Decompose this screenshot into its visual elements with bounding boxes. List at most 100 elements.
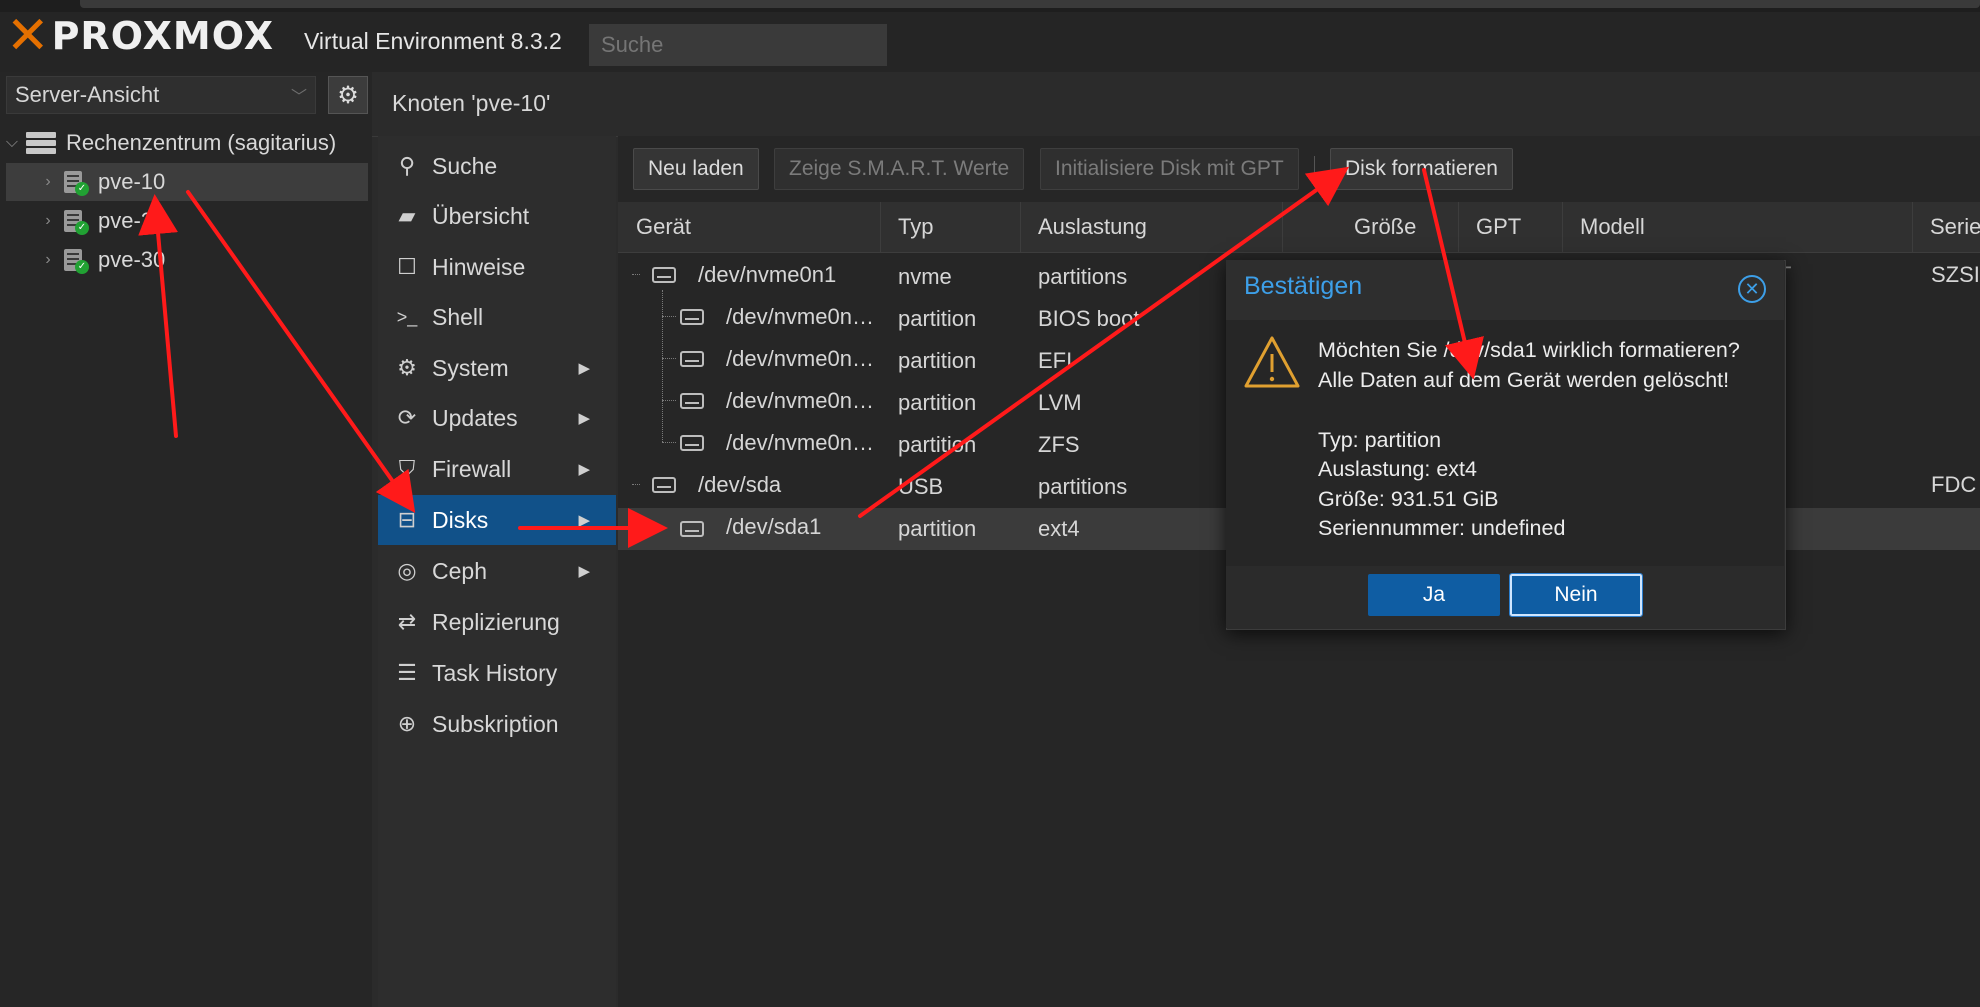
cell-type: partition — [898, 390, 977, 415]
expand-icon[interactable]: › — [40, 251, 56, 269]
page-title: Knoten 'pve-10' — [392, 90, 551, 116]
nav-label: Replizierung — [432, 608, 560, 635]
retweet-icon: ⇄ — [397, 609, 417, 634]
refresh-icon: ⟳ — [397, 405, 417, 430]
column-divider — [1282, 202, 1283, 252]
nav-item-overview[interactable]: ▰ Übersicht — [378, 191, 616, 241]
cell-usage: partitions — [1038, 474, 1128, 499]
cell-device: /dev/nvme0n… — [726, 304, 874, 329]
tree-item-pve-20[interactable]: › ✓ pve-20 — [6, 202, 368, 240]
column-header-size[interactable]: Größe — [1354, 214, 1416, 240]
cell-device: /dev/nvme0n… — [726, 346, 874, 371]
dialog-detail-size: Größe: 931.51 GiB — [1318, 487, 1499, 511]
nav-item-ceph[interactable]: ◎ Ceph ▶ — [378, 546, 616, 596]
warning-icon — [1244, 336, 1300, 388]
nav-label: Shell — [432, 303, 484, 330]
nav-item-firewall[interactable]: ⛉ Firewall ▶ — [378, 444, 616, 494]
nav-item-disks[interactable]: ⊟ Disks ▶ — [378, 495, 616, 545]
yes-button[interactable]: Ja — [1368, 574, 1500, 616]
server-online-icon: ✓ — [62, 247, 89, 274]
search-icon: ⚲ — [398, 153, 416, 178]
cell-type: partition — [898, 432, 977, 457]
reload-button[interactable]: Neu laden — [633, 148, 759, 190]
search-input[interactable] — [589, 24, 887, 66]
browser-tab-bar — [80, 0, 1980, 8]
cell-type: partition — [898, 348, 977, 373]
logo-text: PROXMOX — [51, 14, 274, 58]
column-header-model[interactable]: Modell — [1580, 214, 1645, 240]
nav-label: Updates — [432, 404, 518, 431]
list-icon: ☰ — [397, 660, 417, 685]
tree-item-pve-30[interactable]: › ✓ pve-30 — [6, 241, 368, 279]
nav-label: Firewall — [432, 455, 512, 482]
nav-item-shell[interactable]: >_ Shell — [378, 292, 616, 342]
tree-item-label: pve-30 — [98, 247, 166, 272]
view-selector[interactable]: Server-Ansicht ﹀ — [6, 76, 316, 114]
app-header — [0, 12, 1980, 72]
nav-label: Übersicht — [432, 202, 530, 229]
init-gpt-button[interactable]: Initialisiere Disk mit GPT — [1040, 148, 1299, 190]
nav-label: Ceph — [432, 557, 487, 584]
cell-usage: EFI — [1038, 348, 1073, 373]
submenu-arrow-icon: ▶ — [578, 512, 590, 529]
show-smart-button[interactable]: Zeige S.M.A.R.T. Werte — [774, 148, 1025, 190]
wipe-disk-button[interactable]: Disk formatieren — [1330, 148, 1513, 190]
book-icon: ▰ — [398, 203, 416, 228]
terminal-icon: >_ — [396, 306, 418, 327]
cell-serial: SZSI — [1931, 262, 1980, 287]
cell-usage: partitions — [1038, 264, 1128, 289]
column-header-gpt[interactable]: GPT — [1476, 214, 1521, 240]
nav-item-search[interactable]: ⚲ Suche — [378, 141, 616, 191]
column-divider — [1562, 202, 1563, 252]
nav-label: Subskription — [432, 710, 559, 737]
datacenter-icon — [26, 131, 56, 155]
nav-label: Task History — [432, 659, 558, 686]
cell-device: /dev/nvme0n1 — [698, 262, 837, 287]
nav-item-subscription[interactable]: ⊕ Subskription — [378, 699, 616, 749]
nav-item-notes[interactable]: ☐ Hinweise — [378, 242, 616, 292]
support-icon: ⊕ — [397, 711, 417, 736]
disk-icon — [680, 521, 704, 537]
nav-item-replication[interactable]: ⇄ Replizierung — [378, 597, 616, 647]
nav-item-system[interactable]: ⚙ System ▶ — [378, 343, 616, 393]
dialog-detail-type: Typ: partition — [1318, 428, 1442, 452]
note-icon: ☐ — [397, 254, 417, 279]
column-header-type[interactable]: Typ — [898, 214, 933, 240]
disk-icon — [652, 267, 676, 283]
expand-icon[interactable]: › — [40, 212, 56, 230]
disk-icon: ⊟ — [397, 507, 417, 532]
cell-device: /dev/sda — [698, 472, 782, 497]
grid-header — [618, 202, 1980, 253]
submenu-arrow-icon: ▶ — [578, 563, 590, 580]
node-header — [372, 72, 1980, 137]
dialog-message-line2: Alle Daten auf dem Gerät werden gelöscht… — [1318, 368, 1730, 392]
disk-icon — [680, 435, 704, 451]
tree-item-datacenter[interactable]: ⌵ Rechenzentrum (sagitarius) — [4, 124, 368, 162]
tree-item-label: Rechenzentrum (sagitarius) — [66, 130, 337, 155]
expand-icon[interactable]: › — [40, 173, 56, 191]
submenu-arrow-icon: ▶ — [578, 410, 590, 427]
submenu-arrow-icon: ▶ — [578, 461, 590, 478]
server-online-icon: ✓ — [62, 208, 89, 235]
column-header-usage[interactable]: Auslastung — [1038, 214, 1147, 240]
nav-item-task-history[interactable]: ☰ Task History — [378, 648, 616, 698]
dialog-detail-serial: Seriennummer: undefined — [1318, 516, 1566, 540]
collapse-icon[interactable]: ⌵ — [4, 134, 20, 152]
nav-label: System — [432, 354, 509, 381]
cell-usage: ZFS — [1038, 432, 1080, 457]
proxmox-logo[interactable]: ✕ PROXMOX — [6, 10, 274, 62]
column-header-device[interactable]: Gerät — [636, 214, 691, 240]
nav-item-updates[interactable]: ⟳ Updates ▶ — [378, 393, 616, 443]
cell-device: /dev/nvme0n… — [726, 430, 874, 455]
tree-item-label: pve-20 — [98, 208, 166, 233]
gear-button[interactable]: ⚙ — [328, 76, 368, 114]
disk-icon — [652, 477, 676, 493]
no-button[interactable]: Nein — [1509, 573, 1643, 617]
disk-icon — [680, 393, 704, 409]
close-icon[interactable]: ✕ — [1738, 275, 1766, 303]
column-header-serial[interactable]: Serie — [1930, 214, 1980, 240]
dialog-detail-usage: Auslastung: ext4 — [1318, 457, 1477, 481]
chevron-down-icon: ﹀ — [290, 89, 307, 106]
tree-item-pve-10[interactable]: › ✓ pve-10 — [6, 163, 368, 201]
gear-icon: ⚙ — [337, 81, 359, 109]
